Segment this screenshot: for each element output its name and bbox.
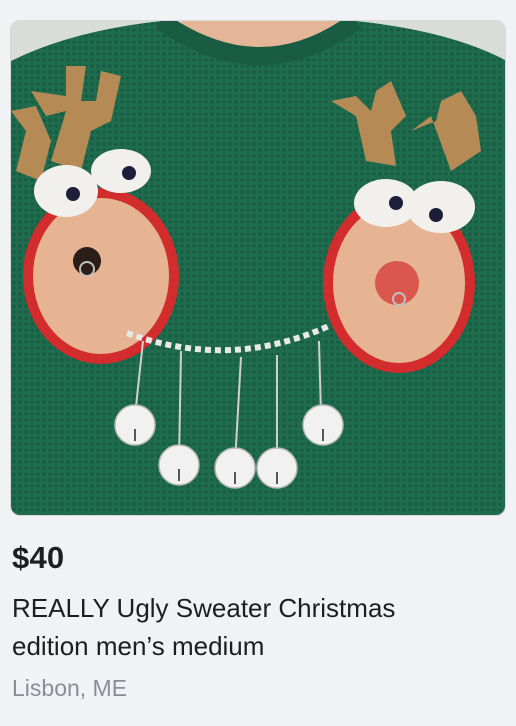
listing-price: $40 [12, 540, 65, 575]
marketplace-listing-card[interactable]: $40 REALLY Ugly Sweater Christmas editio… [0, 0, 516, 726]
listing-title-line-1: REALLY Ugly Sweater Christmas [12, 593, 396, 623]
listing-photo[interactable] [10, 20, 506, 516]
listing-location: Lisbon, ME [12, 675, 128, 701]
sweater-illustration [11, 21, 505, 515]
listing-title[interactable]: REALLY Ugly Sweater Christmas edition me… [12, 589, 492, 665]
listing-title-line-2: edition men’s medium [12, 631, 265, 661]
